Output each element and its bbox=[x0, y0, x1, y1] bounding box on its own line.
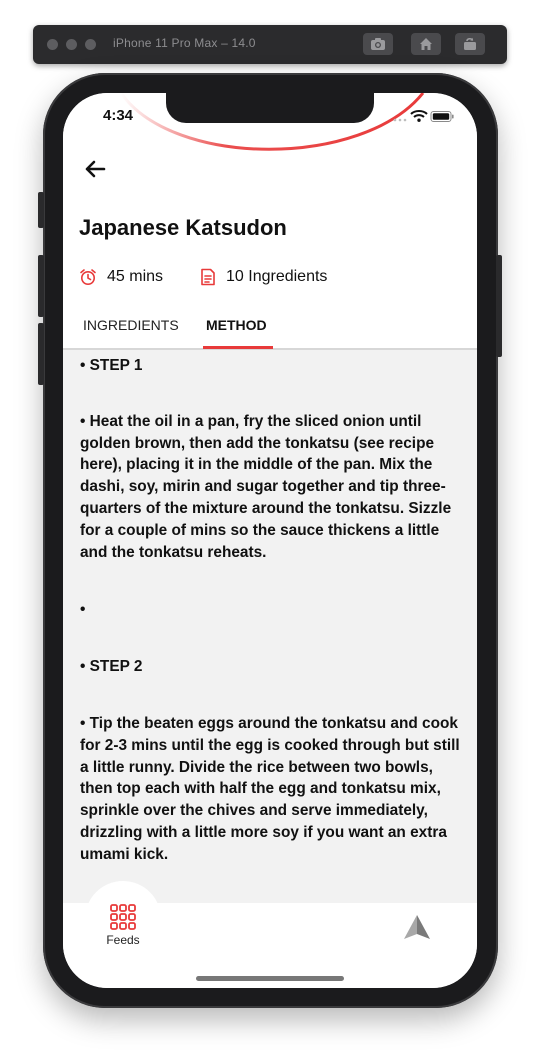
arrow-left-icon bbox=[85, 160, 106, 178]
simulator-stage: iPhone 11 Pro Max – 14.0 4:34 Japanese K… bbox=[0, 0, 540, 1051]
tab-method[interactable]: METHOD bbox=[206, 317, 267, 333]
battery-icon bbox=[430, 111, 454, 122]
cook-time-label: 45 mins bbox=[107, 268, 164, 285]
volume-up-button bbox=[38, 255, 44, 317]
cook-time: 45 mins bbox=[79, 268, 163, 286]
simulator-toolbar: iPhone 11 Pro Max – 14.0 bbox=[33, 25, 507, 64]
method-step: • STEP 1 bbox=[80, 357, 143, 374]
recipe-title: Japanese Katsudon bbox=[79, 215, 287, 240]
cellular-signal-icon bbox=[393, 118, 407, 122]
home-icon bbox=[420, 38, 432, 50]
notch bbox=[166, 93, 374, 123]
method-step: • STEP 2 bbox=[80, 658, 143, 676]
feeds-tab-label: Feeds bbox=[106, 933, 140, 947]
method-content: • STEP 1 • Heat the oil in a pan, fry th… bbox=[80, 355, 465, 866]
method-step: • Heat the oil in a pan, fry the sliced … bbox=[80, 412, 452, 561]
document-list-icon bbox=[201, 268, 215, 286]
paper-plane-icon bbox=[404, 915, 430, 939]
minimize-window-button[interactable] bbox=[66, 39, 77, 50]
zoom-window-button[interactable] bbox=[85, 39, 96, 50]
tab-ingredients[interactable]: INGREDIENTS bbox=[83, 317, 179, 333]
method-step: • Tip the beaten eggs around the tonkats… bbox=[80, 714, 460, 863]
phone-screen: 4:34 Japanese Katsudon 45 mins 10 Ingred… bbox=[63, 93, 477, 988]
method-step: • bbox=[80, 601, 86, 619]
power-button bbox=[496, 255, 502, 357]
close-window-button[interactable] bbox=[47, 39, 58, 50]
send-tab[interactable] bbox=[402, 913, 432, 943]
status-icons bbox=[393, 109, 455, 128]
back-button[interactable] bbox=[83, 157, 111, 181]
ingredients-count-label: 10 Ingredients bbox=[226, 268, 328, 285]
simulator-title: iPhone 11 Pro Max – 14.0 bbox=[113, 36, 256, 50]
mute-switch bbox=[38, 192, 44, 228]
status-time: 4:34 bbox=[103, 107, 134, 124]
screenshot-button[interactable] bbox=[363, 33, 393, 55]
rotate-button[interactable] bbox=[455, 33, 485, 55]
camera-icon bbox=[371, 38, 385, 50]
active-tab-indicator bbox=[203, 346, 273, 349]
alarm-clock-icon bbox=[80, 269, 96, 285]
grid-icon bbox=[110, 904, 136, 930]
wifi-icon bbox=[410, 110, 428, 122]
volume-down-button bbox=[38, 323, 44, 385]
home-indicator[interactable] bbox=[196, 976, 344, 981]
home-button[interactable] bbox=[411, 33, 441, 55]
rotate-icon bbox=[464, 37, 476, 50]
ingredients-count: 10 Ingredients bbox=[200, 268, 327, 286]
feeds-tab[interactable]: Feeds bbox=[93, 901, 153, 949]
